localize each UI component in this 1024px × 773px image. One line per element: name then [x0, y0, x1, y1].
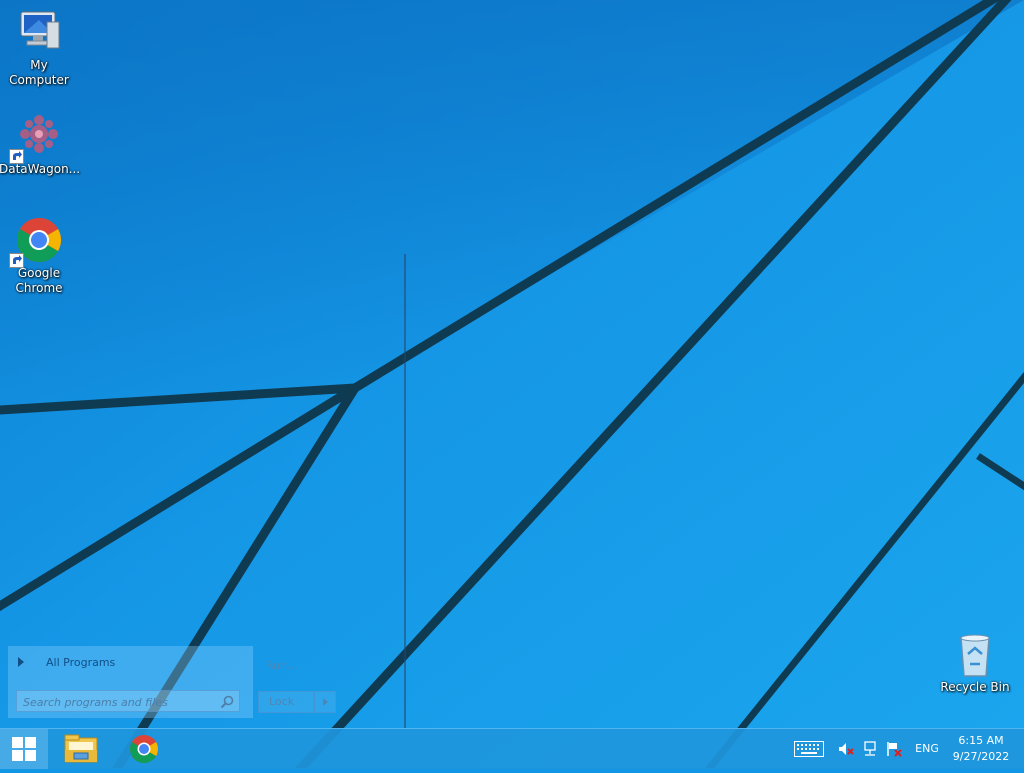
start-search-box[interactable] — [16, 690, 240, 712]
desktop-icon-datawagon[interactable]: DataWagon... — [0, 112, 80, 177]
desktop-icon-recycle-bin[interactable]: Recycle Bin — [935, 630, 1015, 695]
start-button[interactable] — [0, 729, 48, 769]
desktop-icon-label: Recycle Bin — [940, 680, 1010, 694]
search-input[interactable] — [21, 693, 217, 711]
clock-time: 6:15 AM — [958, 734, 1004, 747]
taskbar-clock[interactable]: 6:15 AM 9/27/2022 — [946, 733, 1016, 773]
run-menu-item[interactable]: Run... — [266, 659, 298, 672]
volume-muted-icon[interactable] — [838, 741, 854, 757]
recycle-bin-icon — [960, 634, 990, 677]
touch-keyboard-icon[interactable] — [794, 741, 824, 757]
windows-logo-icon — [12, 737, 36, 761]
computer-icon — [20, 11, 60, 49]
all-programs-item[interactable]: All Programs — [18, 655, 218, 671]
input-language-indicator[interactable]: ENG — [912, 729, 942, 769]
shortcut-arrow-icon — [9, 149, 24, 164]
all-programs-label: All Programs — [46, 656, 116, 669]
action-center-flag-icon[interactable] — [886, 741, 902, 757]
chrome-icon — [130, 735, 158, 763]
lock-options-arrow-button[interactable] — [314, 691, 336, 713]
search-icon[interactable] — [220, 695, 234, 709]
taskbar-google-chrome[interactable] — [116, 731, 172, 767]
network-icon[interactable] — [862, 741, 878, 757]
desktop-icon-my-computer[interactable]: My Computer — [0, 8, 79, 88]
lock-button[interactable]: Lock — [258, 691, 314, 713]
file-explorer-icon — [64, 734, 98, 763]
triangle-right-icon — [18, 657, 24, 667]
desktop-icon-label: My Computer — [9, 58, 69, 87]
taskbar: ENG 6:15 AM 9/27/2022 — [0, 728, 1024, 769]
clock-date: 9/27/2022 — [952, 750, 1010, 763]
taskbar-file-explorer[interactable] — [54, 731, 110, 767]
